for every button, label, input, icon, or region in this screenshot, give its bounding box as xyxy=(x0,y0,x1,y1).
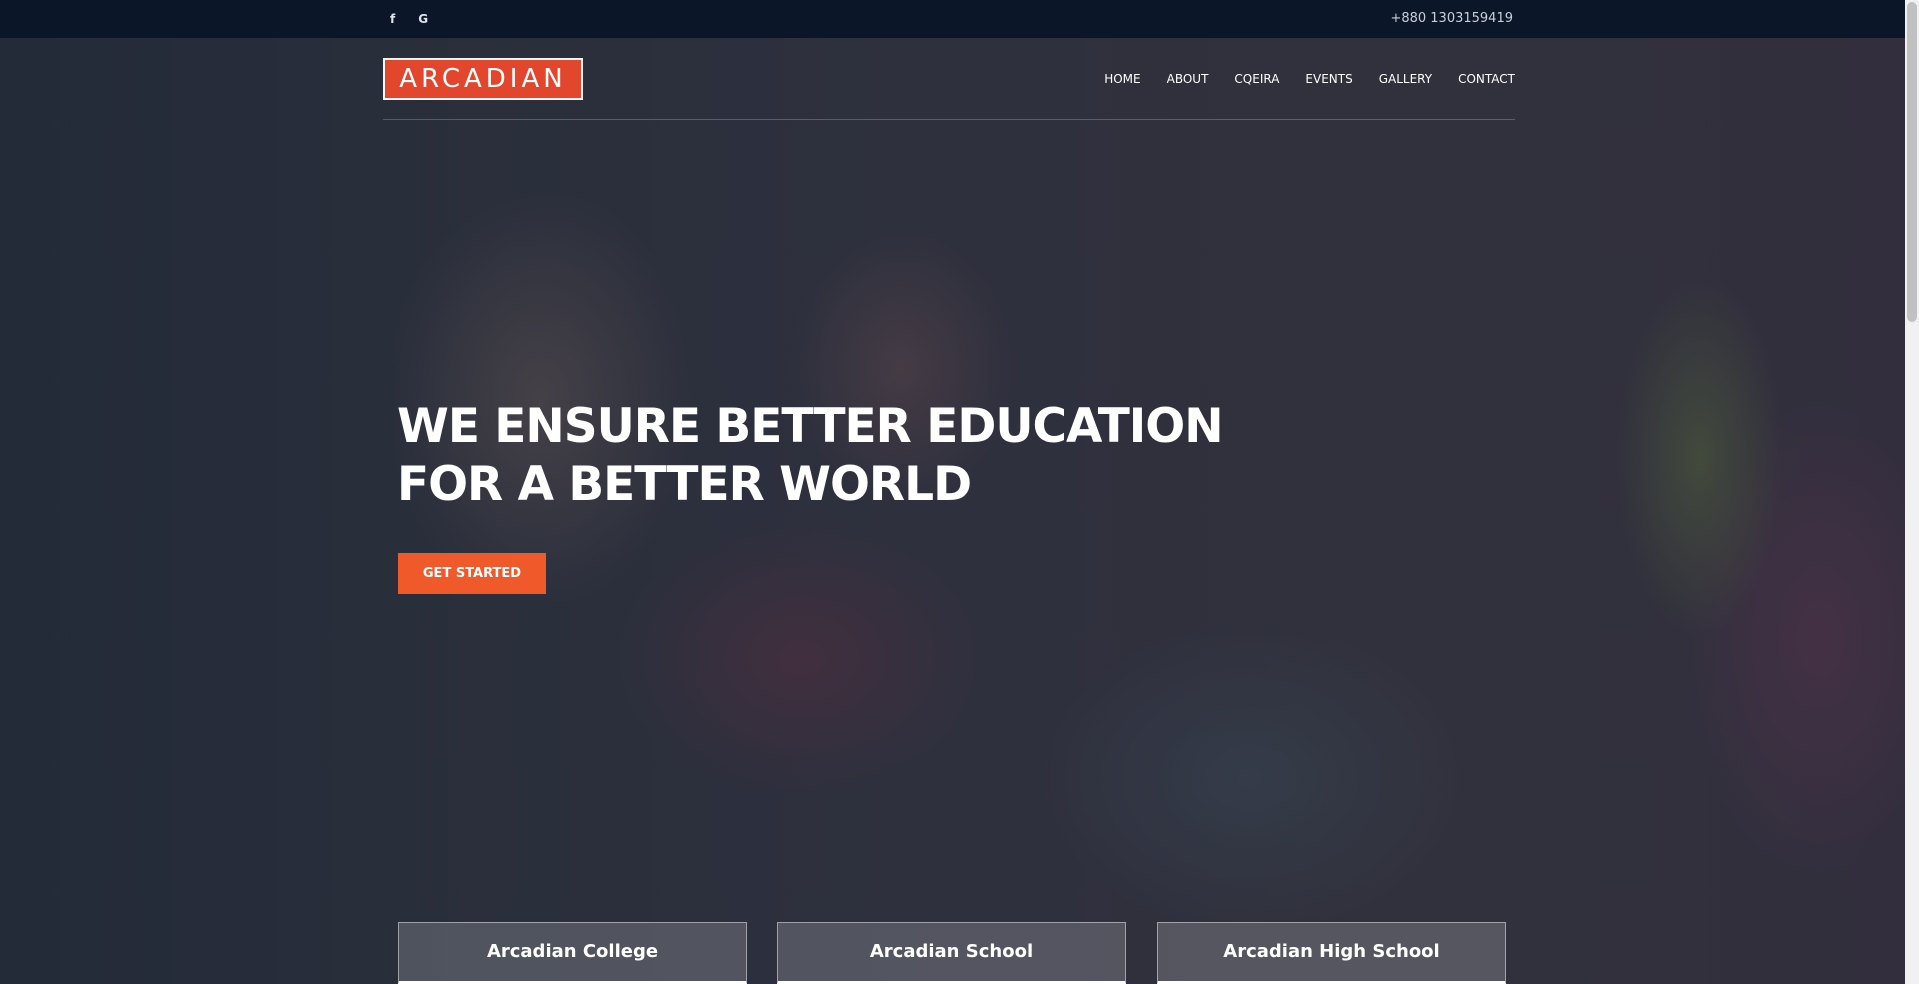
facebook-icon[interactable]: f xyxy=(390,0,395,38)
logo-text: ARCADIAN xyxy=(399,64,567,94)
main-nav: HOME ABOUT CQEIRA EVENTS GALLERY CONTACT xyxy=(1104,38,1515,120)
card-title: Arcadian College xyxy=(486,941,659,962)
page-scrollbar[interactable] xyxy=(1905,0,1919,984)
nav-events[interactable]: EVENTS xyxy=(1305,72,1352,86)
top-bar: f G +880 1303159419 xyxy=(0,0,1905,38)
hero-headline: WE ENSURE BETTER EDUCATION FOR A BETTER … xyxy=(397,398,1224,514)
nav-home[interactable]: HOME xyxy=(1104,72,1140,86)
card-arcadian-high-school[interactable]: Arcadian High School xyxy=(1157,922,1506,984)
card-arcadian-school[interactable]: Arcadian School xyxy=(777,922,1126,984)
nav-contact[interactable]: CONTACT xyxy=(1458,72,1515,86)
google-icon[interactable]: G xyxy=(418,0,428,38)
social-links: f G xyxy=(390,0,428,38)
get-started-button[interactable]: GET STARTED xyxy=(398,553,546,594)
scrollbar-thumb[interactable] xyxy=(1907,2,1917,322)
nav-about[interactable]: ABOUT xyxy=(1167,72,1209,86)
card-title: Arcadian High School xyxy=(1223,941,1440,962)
card-title: Arcadian School xyxy=(869,941,1034,962)
site-header: ARCADIAN HOME ABOUT CQEIRA EVENTS GALLER… xyxy=(383,38,1515,120)
phone-number: +880 1303159419 xyxy=(1390,11,1513,26)
headline-line-1: WE ENSURE BETTER EDUCATION xyxy=(397,399,1224,454)
card-arcadian-college[interactable]: Arcadian College xyxy=(398,922,747,984)
nav-cqeira[interactable]: CQEIRA xyxy=(1234,72,1279,86)
headline-line-2: FOR A BETTER WORLD xyxy=(397,457,972,512)
logo[interactable]: ARCADIAN xyxy=(383,58,583,100)
nav-gallery[interactable]: GALLERY xyxy=(1379,72,1432,86)
